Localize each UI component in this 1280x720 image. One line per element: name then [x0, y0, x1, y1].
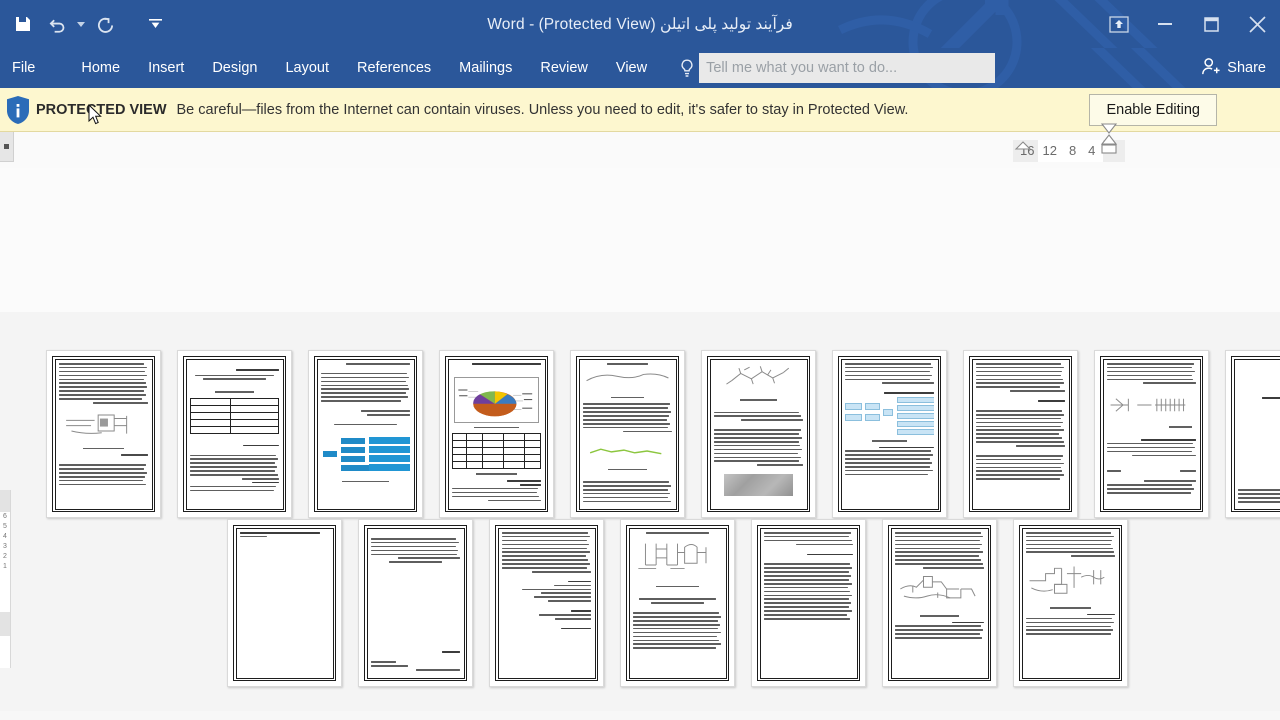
tab-mailings[interactable]: Mailings [445, 48, 526, 88]
ruler-row: 16 12 8 4 [0, 123, 1280, 168]
ribbon-tab-strip: File Home Insert Design Layout Reference… [0, 48, 1280, 88]
window-controls [1096, 0, 1280, 48]
lightbulb-icon [675, 58, 699, 78]
page-thumbnail[interactable] [358, 519, 473, 687]
page-thumbnail[interactable] [177, 350, 292, 518]
page-thumbnail[interactable] [1094, 350, 1209, 518]
page-photo [724, 474, 793, 497]
page-schematic-diagram [1110, 398, 1186, 412]
protected-view-message: Be careful—files from the Internet can c… [176, 101, 909, 118]
minimize-icon[interactable] [1142, 0, 1188, 48]
info-shield-icon [0, 95, 36, 124]
tab-home[interactable]: Home [67, 48, 134, 88]
page-diagram [66, 414, 128, 434]
page-molecule-diagram [726, 366, 790, 385]
share-person-icon [1201, 57, 1221, 80]
share-button[interactable]: Share [1195, 48, 1272, 88]
page-thumbnail[interactable] [832, 350, 947, 518]
tab-insert-label: Insert [148, 60, 185, 76]
page-thumbnail[interactable] [489, 519, 604, 687]
page-thumbnail[interactable] [439, 350, 554, 518]
page-thumbnail[interactable] [882, 519, 997, 687]
page-thumbnail[interactable] [570, 350, 685, 518]
vruler-tick-4: 4 [3, 533, 7, 540]
tab-home-label: Home [81, 60, 121, 76]
vruler-tick-6: 6 [3, 513, 7, 520]
tell-me-placeholder: Tell me what you want to do... [706, 60, 898, 76]
page-thumbnail[interactable] [46, 350, 161, 518]
page-thumbnail[interactable] [227, 519, 342, 687]
canvas-top-area [0, 168, 1280, 312]
title-bar: فرآیند تولید پلی اتیلن (Protected View) … [0, 0, 1280, 48]
enable-editing-label: Enable Editing [1106, 101, 1200, 118]
page-blue-diagram [321, 436, 410, 478]
page-flowchart [845, 396, 934, 437]
page-thumbnail[interactable] [1013, 519, 1128, 687]
vruler-tick-5: 5 [3, 523, 7, 530]
tab-stop-selector[interactable] [0, 132, 14, 162]
page-pie-chart [454, 376, 539, 423]
restore-icon[interactable] [1188, 0, 1234, 48]
tab-design[interactable]: Design [198, 48, 271, 88]
protected-view-label: PROTECTED VIEW [36, 101, 167, 118]
vruler-tick-3: 3 [3, 543, 7, 550]
page-thumbnail[interactable] [620, 519, 735, 687]
tab-layout[interactable]: Layout [271, 48, 343, 88]
page-table [452, 433, 541, 470]
page-line-graph [586, 373, 669, 381]
tell-me-group: Tell me what you want to do... [675, 53, 996, 83]
ribbon-display-options-icon[interactable] [1096, 0, 1142, 48]
tell-me-input[interactable]: Tell me what you want to do... [699, 53, 996, 83]
page-thumbnail[interactable] [701, 350, 816, 518]
tab-mailings-label: Mailings [459, 60, 513, 76]
page-row-2 [227, 519, 1128, 687]
close-icon[interactable] [1234, 0, 1280, 48]
tab-review[interactable]: Review [526, 48, 602, 88]
tab-file[interactable]: File [0, 48, 49, 88]
tab-layout-label: Layout [285, 60, 330, 76]
window-title: فرآیند تولید پلی اتیلن (Protected View) … [487, 15, 793, 33]
tab-insert[interactable]: Insert [134, 48, 198, 88]
tab-references-label: References [357, 60, 432, 76]
tab-review-label: Review [540, 60, 588, 76]
right-indent-markers[interactable] [1096, 119, 1136, 174]
tab-references[interactable]: References [343, 48, 445, 88]
page-process-diagram [1029, 566, 1105, 594]
page-thumbnail[interactable] [751, 519, 866, 687]
vruler-tick-2: 2 [3, 553, 7, 560]
share-label: Share [1227, 60, 1266, 76]
document-canvas[interactable]: 6 5 4 3 2 1 [0, 168, 1280, 711]
tab-design-label: Design [212, 60, 258, 76]
page-thumbnail[interactable] [963, 350, 1078, 518]
vruler-tick-1: 1 [3, 563, 7, 570]
tab-file-label: File [12, 60, 36, 76]
page-apparatus-diagram [638, 543, 707, 569]
page-thumbnail[interactable] [308, 350, 423, 518]
vertical-ruler[interactable]: 6 5 4 3 2 1 [0, 490, 11, 668]
tab-view-label: View [615, 60, 648, 76]
page-table [190, 397, 279, 434]
page-thumbnail[interactable] [1225, 350, 1280, 518]
page-green-line-graph [589, 448, 662, 454]
page-row-1 [46, 350, 1280, 518]
tab-view[interactable]: View [602, 48, 661, 88]
page-process-diagram [900, 575, 976, 599]
